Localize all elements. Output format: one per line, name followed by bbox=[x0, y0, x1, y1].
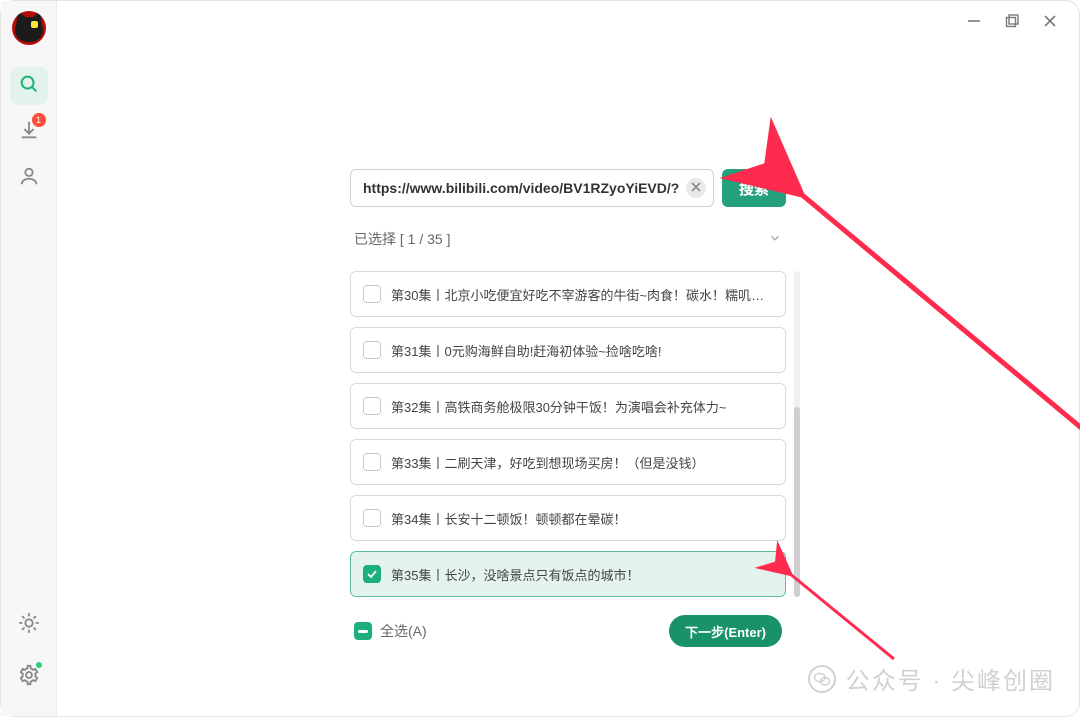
scrollbar-track[interactable] bbox=[794, 271, 800, 597]
list-item[interactable]: 第34集丨长安十二顿饭！顿顿都在晕碳！ bbox=[350, 495, 786, 541]
annotation-arrow-search bbox=[777, 171, 1080, 451]
list-item-label: 第30集丨北京小吃便宜好吃不宰游客的牛街~肉食！碳水！糯叽叽！... bbox=[391, 285, 773, 304]
sun-icon bbox=[18, 612, 40, 639]
list-item-checkbox[interactable] bbox=[363, 565, 381, 583]
search-icon bbox=[18, 73, 40, 100]
close-icon bbox=[691, 181, 701, 195]
list-item-label: 第34集丨长安十二顿饭！顿顿都在晕碳！ bbox=[391, 509, 626, 528]
footer-row: 全选(A) 下一步(Enter) bbox=[350, 615, 786, 647]
search-button[interactable]: 搜索 bbox=[722, 169, 786, 207]
sidebar-item-downloads[interactable]: 1 bbox=[10, 113, 48, 151]
sidebar-item-theme[interactable] bbox=[10, 606, 48, 644]
downloads-badge: 1 bbox=[32, 113, 46, 127]
list-item[interactable]: 第35集丨长沙，没啥景点只有饭点的城市！ bbox=[350, 551, 786, 597]
sidebar-item-account[interactable] bbox=[10, 159, 48, 197]
app-logo bbox=[12, 11, 46, 45]
selection-summary-row[interactable]: 已选择 [ 1 / 35 ] bbox=[350, 229, 786, 249]
list-item-label: 第32集丨高铁商务舱极限30分钟干饭！为演唱会补充体力~ bbox=[391, 397, 727, 416]
clear-input-button[interactable] bbox=[686, 178, 706, 198]
main-area: 搜索 已选择 [ 1 / 35 ] 第30集丨北京小吃便宜好吃不宰游客的牛街~肉… bbox=[57, 1, 1079, 716]
user-icon bbox=[18, 165, 40, 192]
video-list: 第30集丨北京小吃便宜好吃不宰游客的牛街~肉食！碳水！糯叽叽！... 第31集丨0… bbox=[350, 271, 786, 597]
sidebar: 1 bbox=[1, 1, 57, 716]
sidebar-item-search[interactable] bbox=[10, 67, 48, 105]
list-item[interactable]: 第30集丨北京小吃便宜好吃不宰游客的牛街~肉食！碳水！糯叽叽！... bbox=[350, 271, 786, 317]
chevron-down-icon bbox=[768, 231, 782, 248]
update-indicator-icon bbox=[36, 662, 42, 668]
list-item-checkbox[interactable] bbox=[363, 285, 381, 303]
search-row: 搜索 bbox=[350, 169, 786, 207]
list-item[interactable]: 第33集丨二刷天津，好吃到想现场买房！（但是没钱） bbox=[350, 439, 786, 485]
list-item-checkbox[interactable] bbox=[363, 509, 381, 527]
url-input[interactable] bbox=[350, 169, 714, 207]
list-item-checkbox[interactable] bbox=[363, 397, 381, 415]
app-window: 1 bbox=[0, 0, 1080, 717]
select-all-checkbox[interactable] bbox=[354, 622, 372, 640]
selection-summary-label: 已选择 [ 1 / 35 ] bbox=[354, 229, 450, 249]
list-item-label: 第33集丨二刷天津，好吃到想现场买房！（但是没钱） bbox=[391, 453, 704, 472]
scrollbar-thumb[interactable] bbox=[794, 407, 800, 597]
list-item-label: 第31集丨0元购海鲜自助!赶海初体验~捡啥吃啥! bbox=[391, 341, 662, 360]
sidebar-item-settings[interactable] bbox=[10, 658, 48, 696]
watermark-text: 公众号 · 尖峰创圈 bbox=[846, 661, 1055, 696]
list-item-checkbox[interactable] bbox=[363, 341, 381, 359]
next-button[interactable]: 下一步(Enter) bbox=[669, 615, 782, 647]
gear-icon bbox=[18, 664, 40, 691]
list-item[interactable]: 第31集丨0元购海鲜自助!赶海初体验~捡啥吃啥! bbox=[350, 327, 786, 373]
watermark: 公众号 · 尖峰创圈 bbox=[808, 661, 1055, 696]
select-all-label: 全选(A) bbox=[380, 621, 427, 641]
list-item-label: 第35集丨长沙，没啥景点只有饭点的城市！ bbox=[391, 565, 639, 584]
list-item-checkbox[interactable] bbox=[363, 453, 381, 471]
wechat-icon bbox=[808, 665, 836, 693]
list-item[interactable]: 第32集丨高铁商务舱极限30分钟干饭！为演唱会补充体力~ bbox=[350, 383, 786, 429]
